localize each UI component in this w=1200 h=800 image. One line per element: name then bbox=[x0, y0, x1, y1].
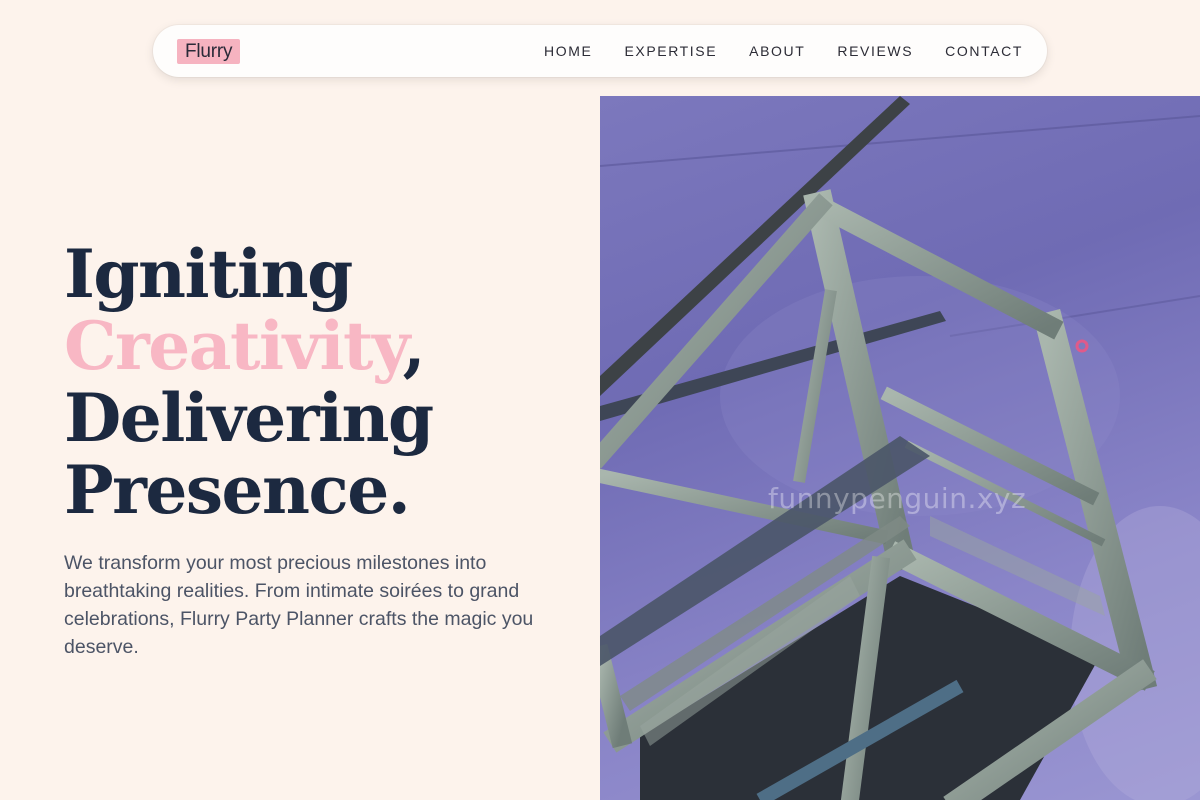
stage-truss-rig-photo-icon bbox=[600, 96, 1200, 800]
brand-logo[interactable]: Flurry bbox=[177, 38, 241, 64]
nav-menu: HOME EXPERTISE ABOUT REVIEWS CONTACT bbox=[512, 43, 1023, 59]
nav-link-about[interactable]: ABOUT bbox=[749, 43, 805, 59]
headline-comma: , bbox=[402, 307, 426, 385]
headline-highlight: Creativity bbox=[64, 307, 404, 385]
headline-line-2: Creativity, bbox=[64, 310, 433, 382]
hero-headline: Igniting Creativity, Delivering Presence… bbox=[64, 235, 434, 529]
headline-line-1: Igniting bbox=[64, 235, 353, 313]
top-navbar: Flurry HOME EXPERTISE ABOUT REVIEWS CONT… bbox=[153, 25, 1047, 77]
nav-link-home[interactable]: HOME bbox=[544, 43, 592, 59]
hero-description: We transform your most precious mileston… bbox=[64, 552, 534, 658]
headline-line-4: Presence. bbox=[64, 451, 411, 529]
headline-line-3: Delivering bbox=[64, 379, 434, 457]
nav-link-reviews[interactable]: REVIEWS bbox=[837, 43, 913, 59]
nav-link-expertise[interactable]: EXPERTISE bbox=[624, 43, 717, 59]
nav-link-contact[interactable]: CONTACT bbox=[945, 43, 1023, 59]
hero-image: funnypenguin.xyz bbox=[600, 96, 1200, 800]
image-watermark: funnypenguin.xyz bbox=[768, 482, 1027, 515]
